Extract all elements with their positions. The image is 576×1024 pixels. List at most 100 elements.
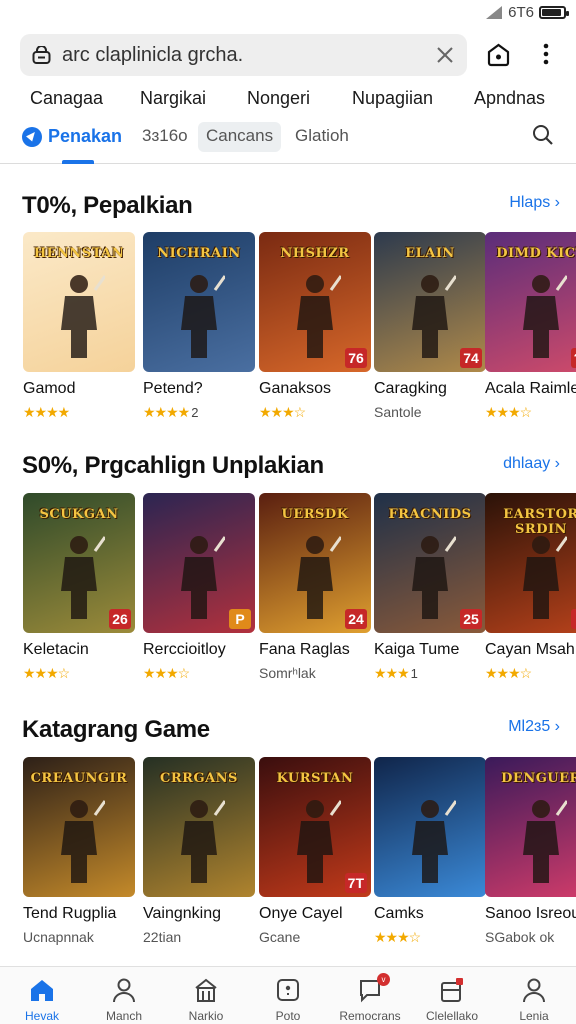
- game-thumbnail[interactable]: [374, 757, 486, 897]
- warrior-figure-icon: [61, 800, 105, 883]
- game-thumbnail[interactable]: P: [143, 493, 255, 633]
- search-query[interactable]: arc claplinicla grcha.: [62, 44, 243, 67]
- game-thumbnail[interactable]: CREAUNGIR: [23, 757, 135, 897]
- game-title[interactable]: Cayan Msah: [485, 641, 575, 659]
- nav-label: Hevak: [24, 1009, 59, 1023]
- game-thumbnail[interactable]: ELAIN 74: [374, 232, 486, 372]
- nav-label: Lenia: [519, 1009, 549, 1023]
- game-subtitle: Santole: [374, 404, 422, 420]
- status-clock: 6T6: [508, 4, 534, 21]
- section-more-link[interactable]: dhlaay ›: [503, 455, 560, 473]
- warrior-figure-icon: [412, 275, 456, 358]
- game-title[interactable]: Tend Rugplia: [23, 905, 116, 923]
- game-title[interactable]: Ganaksos: [259, 380, 331, 398]
- game-card[interactable]: NICHRAIN Petend? ★★★★ 2: [143, 232, 255, 428]
- category-row: Canagaa Nargikai Nongeri Nupagiian Apndn…: [0, 86, 576, 114]
- section-more-link[interactable]: Hlaps ›: [509, 194, 560, 212]
- category-tab[interactable]: Nupagiian: [352, 88, 433, 109]
- star-rating: ★★★☆: [374, 929, 421, 946]
- rating-badge: 1: [571, 609, 576, 629]
- warrior-figure-icon: [61, 536, 105, 619]
- game-thumbnail[interactable]: DIMD KICT ?8: [485, 232, 576, 372]
- nav-clelellako[interactable]: Clelellako: [411, 967, 493, 1024]
- game-card[interactable]: SCUKGAN 26 Keletacin ★★★☆: [23, 493, 135, 689]
- person-icon: [113, 978, 135, 1003]
- game-title[interactable]: Acala Raimle: [485, 380, 576, 398]
- game-title[interactable]: Onye Cayel: [259, 905, 343, 923]
- stars-glyphs: ★★★☆: [485, 665, 532, 681]
- game-card[interactable]: NHSHZR 76 Ganaksos ★★★☆: [259, 232, 371, 428]
- game-title[interactable]: Gamod: [23, 380, 75, 398]
- game-subtitle: 22tian: [143, 929, 182, 945]
- filter-chip[interactable]: Cancans: [198, 122, 282, 152]
- section-more-link[interactable]: Ml2ɜ5 ›: [508, 718, 560, 736]
- game-thumbnail[interactable]: NHSHZR 76: [259, 232, 371, 372]
- active-tab-indicator: [62, 160, 94, 164]
- game-card[interactable]: DENGUER Sanoo Isreou SGabok ok: [485, 757, 576, 953]
- game-title[interactable]: Keletacin: [23, 641, 89, 659]
- game-card[interactable]: DIMD KICT ?8 Acala Raimle ★★★☆: [485, 232, 576, 428]
- game-subtitle: SGabok ok: [485, 929, 555, 945]
- game-title[interactable]: Kaiga Tume: [374, 641, 459, 659]
- game-title[interactable]: Rerccioitloy: [143, 641, 226, 659]
- game-card[interactable]: HENNSTAN Gamod ★★★★: [23, 232, 135, 428]
- warrior-figure-icon: [181, 536, 225, 619]
- chip-active-label: Penakan: [48, 126, 123, 146]
- game-title[interactable]: Vaingnking: [143, 905, 221, 923]
- game-title[interactable]: Camks: [374, 905, 424, 923]
- more-vert-icon[interactable]: [538, 42, 554, 66]
- game-thumbnail[interactable]: DENGUER: [485, 757, 576, 897]
- game-thumbnail[interactable]: NICHRAIN: [143, 232, 255, 372]
- nav-label: Narkio: [188, 1009, 224, 1023]
- game-thumbnail[interactable]: EARSTOR SRDIN 1: [485, 493, 576, 633]
- nav-remocrans[interactable]: v Remocrans: [329, 967, 411, 1024]
- stars-glyphs: ★★★☆: [259, 404, 306, 420]
- status-bar: 6T6: [0, 0, 576, 26]
- game-thumbnail[interactable]: CRRGANS: [143, 757, 255, 897]
- game-card[interactable]: CRRGANS Vaingnking 22tian: [143, 757, 255, 953]
- game-card[interactable]: ELAIN 74 Caragking Santole: [374, 232, 486, 428]
- nav-manch[interactable]: Manch: [83, 967, 165, 1024]
- game-title[interactable]: Fana Raglas: [259, 641, 350, 659]
- close-icon[interactable]: [435, 45, 455, 65]
- home-badge-icon[interactable]: [486, 42, 511, 67]
- game-thumbnail[interactable]: HENNSTAN: [23, 232, 135, 372]
- warrior-figure-icon: [181, 275, 225, 358]
- game-logo: EARSTOR SRDIN: [503, 507, 576, 537]
- category-tab[interactable]: Nongeri: [247, 88, 310, 109]
- game-subtitle: Somrʰlak: [259, 665, 316, 681]
- game-card[interactable]: P Rerccioitloy ★★★☆: [143, 493, 255, 689]
- warrior-figure-icon: [181, 800, 225, 883]
- game-card[interactable]: Camks ★★★☆: [374, 757, 486, 953]
- game-card[interactable]: EARSTOR SRDIN 1 Cayan Msah ★★★☆: [485, 493, 576, 689]
- game-title[interactable]: Petend?: [143, 380, 203, 398]
- game-card[interactable]: UERSDK 24 Fana Raglas Somrʰlak: [259, 493, 371, 689]
- game-title[interactable]: Sanoo Isreou: [485, 905, 576, 923]
- game-logo: FRACNIDS: [388, 507, 472, 522]
- search-icon[interactable]: [532, 124, 554, 146]
- game-card[interactable]: FRACNIDS 25 Kaiga Tume ★★★ 1: [374, 493, 486, 689]
- game-card[interactable]: KURSTAN 7T Onye Cayel Gcane: [259, 757, 371, 953]
- game-card[interactable]: CREAUNGIR Tend Rugplia Ucnapnnak: [23, 757, 135, 953]
- game-thumbnail[interactable]: KURSTAN 7T: [259, 757, 371, 897]
- nav-lenia[interactable]: Lenia: [493, 967, 575, 1024]
- nav-home[interactable]: Hevak: [1, 967, 83, 1024]
- nav-narkio[interactable]: Narkio: [165, 967, 247, 1024]
- search-bar[interactable]: arc claplinicla grcha.: [20, 34, 467, 76]
- category-tab[interactable]: Apndnas: [474, 88, 545, 109]
- warrior-figure-icon: [412, 536, 456, 619]
- home-icon: [31, 980, 53, 1001]
- filter-chip[interactable]: Glatioh: [295, 122, 349, 152]
- game-logo: DENGUER: [501, 771, 576, 786]
- game-logo: NICHRAIN: [157, 246, 241, 261]
- category-tab[interactable]: Nargikai: [140, 88, 206, 109]
- rating-badge: 76: [345, 348, 367, 368]
- nav-poto[interactable]: Poto: [247, 967, 329, 1024]
- game-title[interactable]: Caragking: [374, 380, 447, 398]
- category-tab[interactable]: Canagaa: [30, 88, 103, 109]
- review-count: 2: [191, 405, 199, 420]
- game-thumbnail[interactable]: FRACNIDS 25: [374, 493, 486, 633]
- game-thumbnail[interactable]: UERSDK 24: [259, 493, 371, 633]
- filter-chip[interactable]: 3ɜ16o: [142, 122, 188, 152]
- game-thumbnail[interactable]: SCUKGAN 26: [23, 493, 135, 633]
